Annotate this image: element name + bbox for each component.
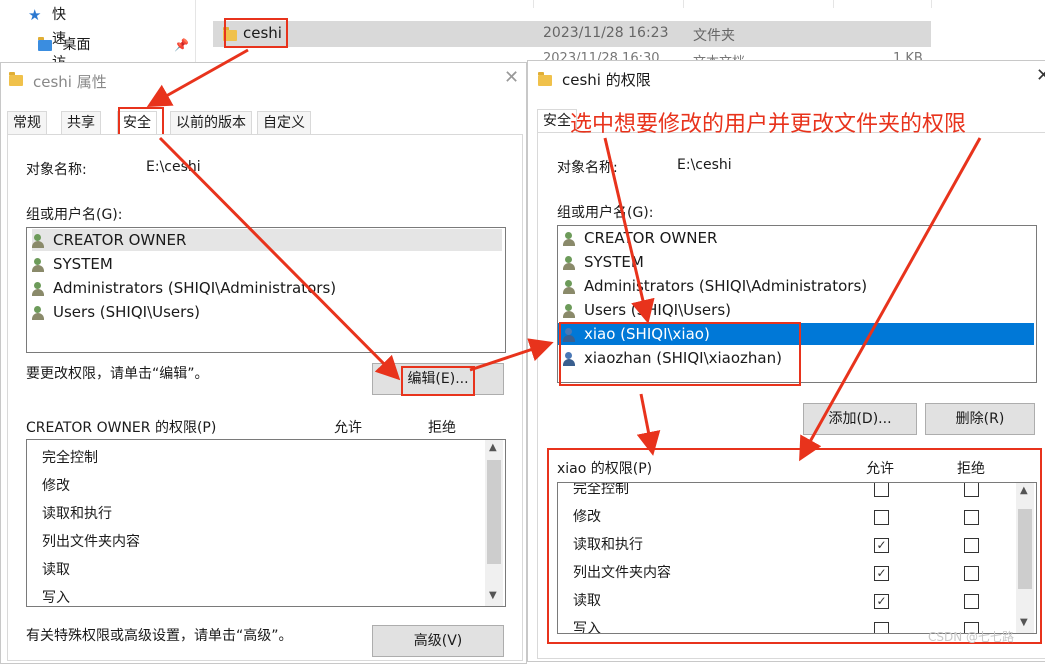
arrow	[636, 393, 661, 456]
arrow	[603, 137, 655, 324]
arrow	[469, 338, 554, 372]
watermark: CSDN @七七路	[928, 630, 1015, 644]
arrow	[799, 137, 982, 462]
arrow	[146, 48, 249, 107]
arrow	[158, 136, 401, 381]
annotation-arrows	[146, 48, 982, 462]
